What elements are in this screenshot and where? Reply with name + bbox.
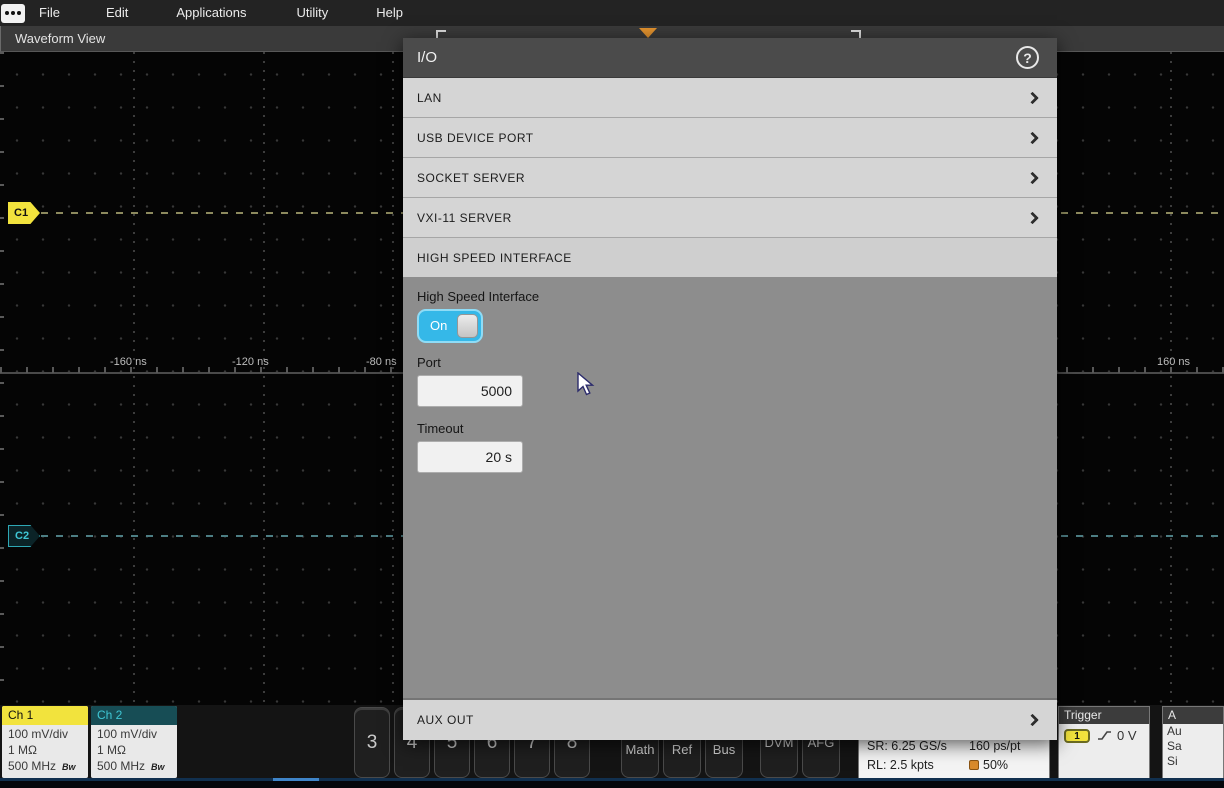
channel2-impedance: 1 MΩ	[97, 742, 177, 758]
chevron-right-icon	[1026, 211, 1039, 224]
channel2-bandwidth: 500 MHzBw	[97, 758, 177, 775]
acquisition-badge-header: A	[1163, 707, 1223, 724]
channel1-badge[interactable]: Ch 1 100 mV/div 1 MΩ 500 MHzBw	[2, 706, 88, 778]
graticule-vline	[392, 52, 394, 705]
row-label: HIGH SPEED INTERFACE	[403, 251, 572, 265]
timeout-input[interactable]: 20 s	[417, 441, 523, 473]
trigger-badge-header: Trigger	[1059, 707, 1149, 724]
menu-help[interactable]: Help	[362, 0, 417, 26]
rising-edge-icon	[1097, 729, 1112, 742]
channel2-marker[interactable]: C2	[8, 525, 40, 547]
graticule-edge-ticks	[0, 52, 4, 705]
acquisition-line: Sa	[1163, 739, 1223, 754]
channel1-badge-header: Ch 1	[2, 706, 88, 725]
toggle-knob[interactable]	[457, 314, 478, 338]
channel3-button[interactable]: 3	[354, 707, 390, 778]
channel1-bandwidth: 500 MHzBw	[8, 758, 88, 775]
bandwidth-limit-icon: Bw	[62, 762, 76, 772]
row-label: USB DEVICE PORT	[403, 131, 534, 145]
oscilloscope-screen: File Edit Applications Utility Help Wave…	[0, 0, 1224, 788]
button-label: Bus	[713, 743, 735, 757]
row-label: SOCKET SERVER	[403, 171, 525, 185]
zoom-corner-right-icon	[851, 30, 861, 38]
menu-utility[interactable]: Utility	[282, 0, 342, 26]
high-speed-interface-panel: High Speed Interface On Port 5000 Timeou…	[403, 278, 1057, 698]
channel1-scale: 100 mV/div	[8, 726, 88, 742]
channel2-scale: 100 mV/div	[97, 726, 177, 742]
window-edge-highlight	[273, 778, 319, 781]
toggle-state-label: On	[430, 311, 447, 341]
dialog-row-aux-out[interactable]: AUX OUT	[403, 698, 1057, 740]
high-speed-interface-toggle[interactable]: On	[417, 309, 483, 343]
mouse-cursor	[576, 372, 596, 396]
dialog-title: I/O	[403, 49, 437, 66]
row-label: VXI-11 SERVER	[403, 211, 512, 225]
chevron-right-icon	[1026, 171, 1039, 184]
dialog-header: I/O ?	[403, 38, 1057, 78]
dialog-row-socket-server[interactable]: SOCKET SERVER	[403, 158, 1057, 198]
chevron-right-icon	[1026, 91, 1039, 104]
dialog-row-vxi11-server[interactable]: VXI-11 SERVER	[403, 198, 1057, 238]
trigger-position-icon[interactable]	[639, 28, 657, 38]
trigger-level: 0 V	[1117, 728, 1137, 743]
port-label: Port	[417, 355, 441, 370]
axis-tick-label: -80 ns	[366, 356, 397, 368]
channel2-badge-header: Ch 2	[91, 706, 177, 725]
axis-tick-label: 160 ns	[1157, 356, 1190, 368]
help-icon[interactable]: ?	[1016, 46, 1039, 69]
horizontal-position-icon	[969, 760, 979, 770]
menu-bar: File Edit Applications Utility Help	[0, 0, 1224, 26]
trigger-source-badge: 1	[1064, 729, 1090, 743]
sample-rate: SR: 6.25 GS/s	[867, 739, 947, 753]
menu-edit[interactable]: Edit	[92, 0, 142, 26]
axis-tick-label: -160 ns	[110, 356, 147, 368]
channel2-badge[interactable]: Ch 2 100 mV/div 1 MΩ 500 MHzBw	[91, 706, 177, 778]
acquisition-badge-clipped[interactable]: A Au Sa Si	[1162, 706, 1224, 779]
row-label: LAN	[403, 91, 442, 105]
zoom-corner-left-icon	[436, 30, 446, 38]
menu-file[interactable]: File	[25, 0, 74, 26]
axis-tick-label: -120 ns	[232, 356, 269, 368]
resolution: 160 ps/pt	[969, 739, 1020, 753]
menu-applications[interactable]: Applications	[162, 0, 260, 26]
button-label: Ref	[672, 743, 692, 757]
graticule-vline	[133, 52, 135, 705]
dialog-row-high-speed-interface[interactable]: HIGH SPEED INTERFACE	[403, 238, 1057, 278]
chevron-right-icon	[1026, 131, 1039, 144]
port-input[interactable]: 5000	[417, 375, 523, 407]
trigger-badge[interactable]: Trigger 1 0 V	[1058, 706, 1150, 779]
menu-overflow-icon[interactable]	[1, 4, 25, 23]
acquisition-line: Au	[1163, 724, 1223, 739]
channel1-impedance: 1 MΩ	[8, 742, 88, 758]
graticule-vline	[1170, 52, 1172, 705]
screen-bottom-strip	[0, 781, 1224, 788]
high-speed-interface-label: High Speed Interface	[417, 289, 539, 304]
horizontal-position: 50%	[969, 758, 1008, 772]
chevron-right-icon	[1026, 714, 1039, 727]
timeout-label: Timeout	[417, 421, 463, 436]
acquisition-line: Si	[1163, 754, 1223, 769]
channel1-marker[interactable]: C1	[8, 202, 40, 224]
io-dialog: I/O ? LAN USB DEVICE PORT SOCKET SERVER …	[403, 38, 1057, 740]
graticule-vline	[263, 52, 265, 705]
button-label: Math	[626, 743, 655, 757]
dialog-row-usb-device-port[interactable]: USB DEVICE PORT	[403, 118, 1057, 158]
dialog-row-lan[interactable]: LAN	[403, 78, 1057, 118]
bandwidth-limit-icon: Bw	[151, 762, 165, 772]
record-length: RL: 2.5 kpts	[867, 758, 934, 772]
row-label: AUX OUT	[403, 713, 474, 727]
tab-waveform-view[interactable]: Waveform View	[1, 26, 105, 52]
